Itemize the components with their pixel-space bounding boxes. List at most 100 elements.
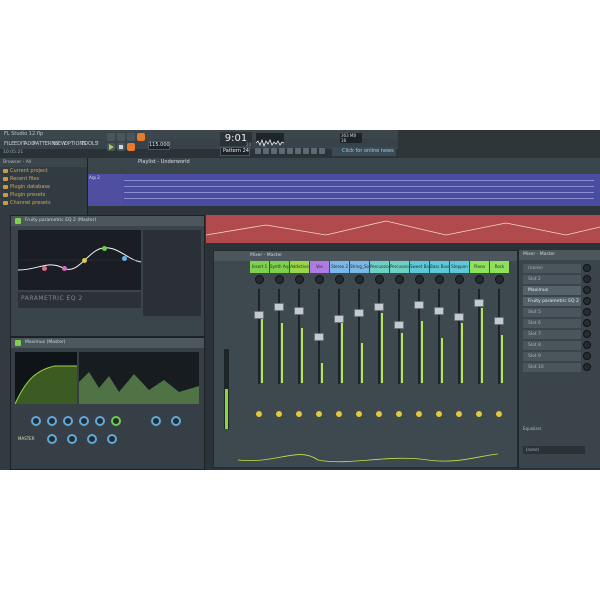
- browser-item-recent-files[interactable]: Recent files: [0, 175, 87, 183]
- browser-item-plugin-presets[interactable]: Plugin presets: [0, 191, 87, 199]
- fx-mix-knob[interactable]: [583, 352, 591, 360]
- volume-fader[interactable]: [354, 309, 364, 317]
- volume-fader[interactable]: [334, 315, 344, 323]
- mixer-channel-tab[interactable]: Bass Bass: [430, 261, 449, 273]
- release-knob[interactable]: [47, 434, 57, 444]
- mixer-channel-tab[interactable]: Synth Arp: [270, 261, 289, 273]
- browser-item-plugin-database[interactable]: Plugin database: [0, 183, 87, 191]
- volume-fader[interactable]: [274, 303, 284, 311]
- pattern-selector[interactable]: Pattern 24: [220, 147, 250, 156]
- mixer-channel-tab[interactable]: Addictive: [290, 261, 309, 273]
- mute-icon[interactable]: [287, 148, 293, 154]
- band-knob[interactable]: [95, 416, 105, 426]
- pan-knob[interactable]: [375, 275, 384, 284]
- gain-knob[interactable]: [111, 416, 121, 426]
- record-mode-button[interactable]: [137, 133, 145, 141]
- fx-slot[interactable]: Slot 9: [523, 352, 581, 361]
- band-handle[interactable]: [62, 266, 67, 271]
- play-button[interactable]: [107, 143, 115, 151]
- band-handle[interactable]: [82, 258, 87, 263]
- mixer-channel-tab[interactable]: Percussion: [390, 261, 409, 273]
- volume-fader[interactable]: [374, 303, 384, 311]
- attack-knob[interactable]: [67, 434, 77, 444]
- zoom-icon[interactable]: [311, 148, 317, 154]
- band-knob[interactable]: [47, 416, 57, 426]
- send-switch[interactable]: [316, 411, 322, 417]
- loop-button[interactable]: [117, 133, 125, 141]
- output-selector[interactable]: (none): [523, 446, 585, 454]
- pan-knob[interactable]: [395, 275, 404, 284]
- output-knob[interactable]: [171, 416, 181, 426]
- automation-lane[interactable]: [205, 215, 600, 243]
- mixer-channel-tab[interactable]: Piano: [470, 261, 489, 273]
- send-switch[interactable]: [376, 411, 382, 417]
- eq-curve-display[interactable]: [17, 230, 142, 290]
- mixer-channel-tab[interactable]: Voc: [310, 261, 329, 273]
- send-switch[interactable]: [296, 411, 302, 417]
- send-switch[interactable]: [276, 411, 282, 417]
- fx-slot[interactable]: Fruity parametric EQ 2: [523, 297, 581, 306]
- mixer-channel-tab[interactable]: Percussion: [370, 261, 389, 273]
- send-switch[interactable]: [356, 411, 362, 417]
- mixer-channel-tab[interactable]: Stereo 2: [330, 261, 349, 273]
- compression-curve-display[interactable]: [14, 352, 77, 405]
- pan-knob[interactable]: [495, 275, 504, 284]
- pan-knob[interactable]: [315, 275, 324, 284]
- pan-knob[interactable]: [355, 275, 364, 284]
- fx-mix-knob[interactable]: [583, 319, 591, 327]
- pan-knob[interactable]: [415, 275, 424, 284]
- send-switch[interactable]: [476, 411, 482, 417]
- paint-icon[interactable]: [271, 148, 277, 154]
- volume-fader[interactable]: [314, 333, 324, 341]
- fx-mix-knob[interactable]: [583, 264, 591, 272]
- volume-fader[interactable]: [414, 301, 424, 309]
- threshold-knob[interactable]: [87, 434, 97, 444]
- fx-slot[interactable]: (none): [523, 264, 581, 273]
- metronome-button[interactable]: [127, 133, 135, 141]
- volume-fader[interactable]: [294, 307, 304, 315]
- online-news-button[interactable]: Click for online news: [332, 147, 396, 156]
- volume-fader[interactable]: [394, 321, 404, 329]
- send-switch[interactable]: [336, 411, 342, 417]
- fx-slot[interactable]: Maximus: [523, 286, 581, 295]
- menu-file[interactable]: FILE: [4, 140, 14, 148]
- band-knob[interactable]: [79, 416, 89, 426]
- browser-item-current-project[interactable]: Current project: [0, 167, 87, 175]
- fx-slot[interactable]: Slot 6: [523, 319, 581, 328]
- fx-mix-knob[interactable]: [583, 297, 591, 305]
- mixer-channel-tab[interactable]: Steppen: [450, 261, 469, 273]
- slice-icon[interactable]: [295, 148, 301, 154]
- send-switch[interactable]: [256, 411, 262, 417]
- band-handle[interactable]: [42, 266, 47, 271]
- draw-icon[interactable]: [263, 148, 269, 154]
- fx-slot[interactable]: Slot 7: [523, 330, 581, 339]
- pan-knob[interactable]: [475, 275, 484, 284]
- delete-icon[interactable]: [279, 148, 285, 154]
- fx-slot[interactable]: Slot 10: [523, 363, 581, 372]
- send-switch[interactable]: [436, 411, 442, 417]
- pattern-song-toggle[interactable]: [107, 133, 115, 141]
- select-icon[interactable]: [303, 148, 309, 154]
- browser-item-channel-presets[interactable]: Channel presets: [0, 199, 87, 207]
- volume-fader[interactable]: [454, 313, 464, 321]
- band-handle[interactable]: [122, 256, 127, 261]
- fx-mix-knob[interactable]: [583, 286, 591, 294]
- record-button[interactable]: [127, 143, 135, 151]
- pattern-lane[interactable]: [88, 174, 600, 206]
- volume-fader[interactable]: [254, 311, 264, 319]
- fx-slot[interactable]: Slot 5: [523, 308, 581, 317]
- fx-mix-knob[interactable]: [583, 308, 591, 316]
- volume-fader[interactable]: [434, 307, 444, 315]
- fx-mix-knob[interactable]: [583, 363, 591, 371]
- send-switch[interactable]: [396, 411, 402, 417]
- volume-fader[interactable]: [494, 317, 504, 325]
- playlist-timeline[interactable]: [88, 166, 600, 174]
- stop-button[interactable]: [117, 143, 125, 151]
- pan-knob[interactable]: [435, 275, 444, 284]
- mixer-channel-tab[interactable]: Insert 1: [250, 261, 269, 273]
- fx-slot[interactable]: Slot 2: [523, 275, 581, 284]
- mixer-channel-tab[interactable]: Sweet Bass: [410, 261, 429, 273]
- eq-band-sliders[interactable]: [143, 230, 201, 316]
- playback-icon[interactable]: [319, 148, 325, 154]
- fx-mix-knob[interactable]: [583, 275, 591, 283]
